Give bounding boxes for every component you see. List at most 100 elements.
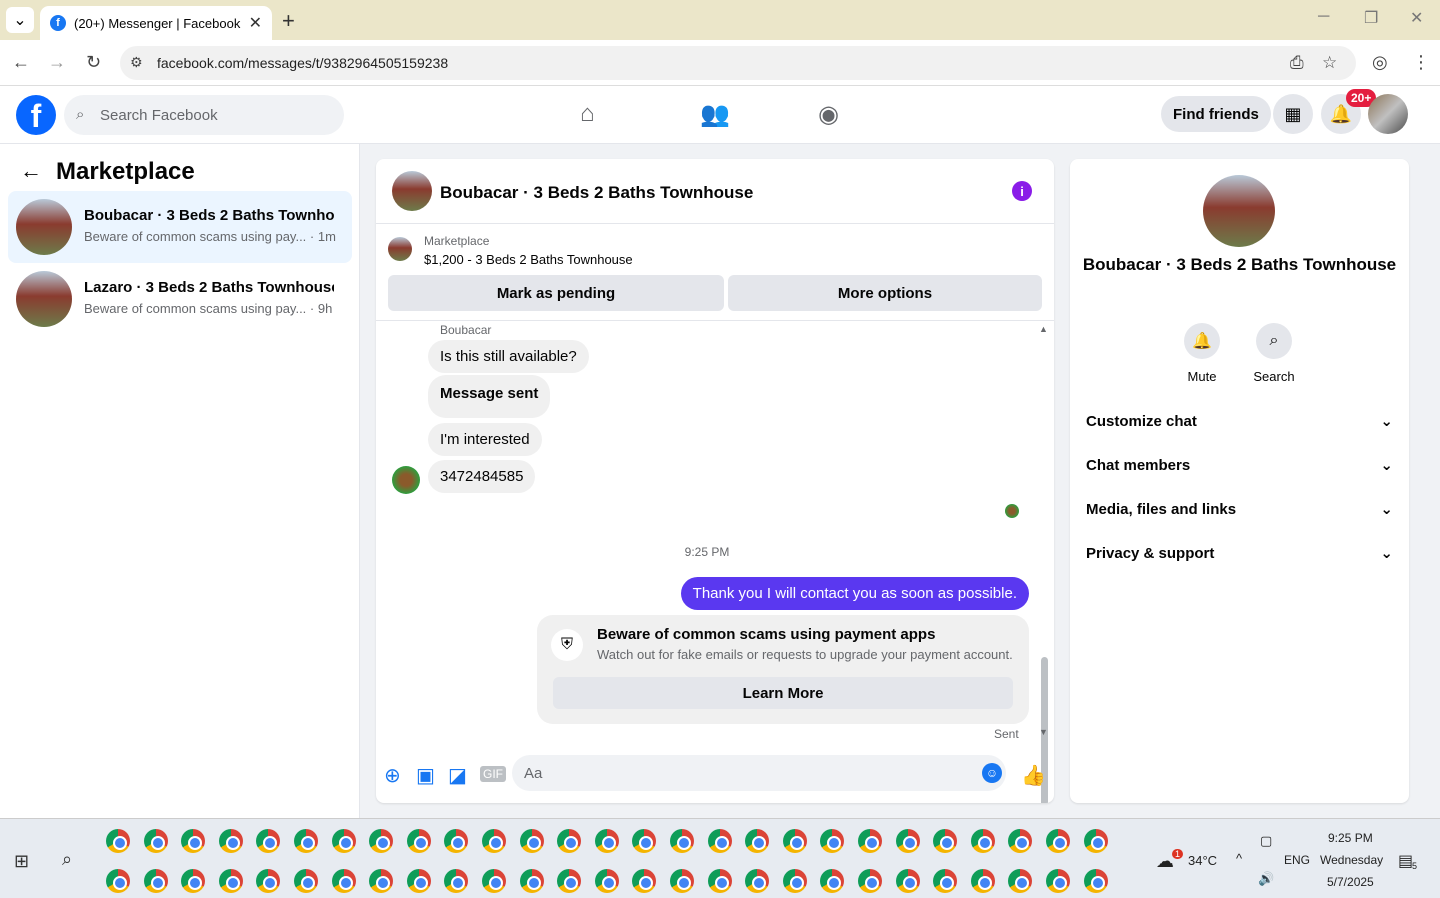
close-window-icon[interactable]: ✕ [1410, 8, 1423, 28]
meet-icon[interactable]: ▢ [1260, 833, 1272, 849]
sticker-icon[interactable]: ◪ [448, 763, 467, 788]
chevron-up-icon[interactable]: ^ [1236, 851, 1242, 866]
language-indicator[interactable]: ENG [1284, 853, 1310, 867]
bookmark-star-icon[interactable]: ☆ [1322, 53, 1337, 73]
emoji-icon[interactable]: ☺ [982, 763, 1002, 783]
facebook-logo-icon[interactable]: f [16, 95, 56, 135]
chrome-app-icon[interactable] [707, 869, 732, 893]
chrome-app-icon[interactable] [782, 829, 807, 853]
chat-members-section[interactable]: Chat members ⌄ [1086, 447, 1393, 483]
chrome-app-icon[interactable] [670, 869, 694, 893]
chrome-app-icon[interactable] [745, 829, 770, 853]
back-arrow-icon[interactable]: ← [20, 158, 42, 184]
chrome-app-icon[interactable] [331, 829, 356, 853]
chrome-app-icon[interactable] [106, 829, 130, 853]
chrome-app-icon[interactable] [143, 829, 168, 853]
chrome-app-icon[interactable] [294, 869, 318, 893]
chrome-app-icon[interactable] [444, 869, 469, 893]
address-bar[interactable]: ⚙ facebook.com/messages/t/93829645051592… [120, 46, 1356, 80]
install-app-icon[interactable]: ⎙ [1290, 53, 1304, 73]
search-icon[interactable]: ⌕ [62, 849, 72, 870]
chrome-app-icon[interactable] [519, 869, 544, 893]
mute-button[interactable]: 🔔 Mute [1172, 323, 1232, 384]
conversation-item[interactable]: Boubacar · 3 Beds 2 Baths Townho... Bewa… [8, 191, 352, 263]
friends-icon[interactable]: 👥 [700, 100, 730, 129]
listing-avatar[interactable] [1203, 175, 1275, 247]
menu-grid-icon[interactable]: ▦ [1273, 94, 1313, 134]
home-icon[interactable]: ⌂ [580, 100, 595, 128]
chrome-app-icon[interactable] [1083, 869, 1108, 893]
temperature[interactable]: 34°C [1188, 853, 1217, 868]
chat-avatar[interactable] [392, 171, 432, 211]
chrome-app-icon[interactable] [181, 829, 206, 853]
groups-icon[interactable]: ◉ [818, 100, 839, 129]
chrome-app-icon[interactable] [369, 829, 394, 853]
chrome-app-icon[interactable] [970, 869, 995, 893]
new-tab-icon[interactable]: + [282, 8, 295, 34]
learn-more-button[interactable]: Learn More [553, 677, 1013, 709]
plus-icon[interactable]: ⊕ [384, 763, 401, 788]
notification-center-icon[interactable]: ▤ [1398, 851, 1413, 871]
account-avatar[interactable] [1368, 94, 1408, 134]
conversation-item[interactable]: Lazaro · 3 Beds 2 Baths Townhouse Beware… [8, 263, 352, 335]
chrome-app-icon[interactable] [406, 829, 431, 853]
privacy-support-section[interactable]: Privacy & support ⌄ [1086, 535, 1393, 571]
chrome-app-icon[interactable] [933, 829, 958, 853]
chrome-app-icon[interactable] [1083, 829, 1108, 853]
chrome-app-icon[interactable] [745, 869, 770, 893]
chrome-app-icon[interactable] [1008, 829, 1033, 853]
chrome-app-icon[interactable] [482, 869, 506, 893]
back-arrow-icon[interactable]: ← [12, 52, 30, 73]
message-thread[interactable]: Boubacar Is this still available? Messag… [376, 322, 1054, 803]
more-options-button[interactable]: More options [728, 275, 1042, 311]
chrome-app-icon[interactable] [406, 869, 431, 893]
media-files-links-section[interactable]: Media, files and links ⌄ [1086, 491, 1393, 527]
chrome-app-icon[interactable] [106, 869, 130, 893]
chrome-app-icon[interactable] [632, 829, 657, 853]
forward-arrow-icon[interactable]: → [48, 52, 66, 73]
sender-avatar[interactable] [392, 466, 420, 494]
find-friends-button[interactable]: Find friends [1161, 96, 1271, 132]
like-thumb-icon[interactable]: 👍 [1021, 763, 1046, 788]
chrome-app-icon[interactable] [632, 869, 657, 893]
clock-time[interactable]: 9:25 PM [1328, 831, 1373, 845]
chrome-app-icon[interactable] [444, 829, 469, 853]
message-bubble[interactable]: 3472484585 [428, 460, 536, 493]
chrome-app-icon[interactable] [557, 869, 582, 893]
chrome-app-icon[interactable] [858, 869, 882, 893]
chrome-app-icon[interactable] [218, 829, 243, 853]
chrome-app-icon[interactable] [181, 869, 206, 893]
chrome-app-icon[interactable] [707, 829, 732, 853]
chrome-app-icon[interactable] [331, 869, 356, 893]
menu-dots-icon[interactable]: ⋮ [1412, 52, 1430, 73]
scroll-up-arrow-icon[interactable]: ▲ [1039, 324, 1048, 334]
tab-search-button[interactable]: ⌄ [6, 7, 34, 33]
chrome-app-icon[interactable] [1046, 869, 1070, 893]
info-icon[interactable]: i [1012, 181, 1032, 201]
windows-start-icon[interactable]: ⊞ [14, 851, 29, 872]
chrome-app-icon[interactable] [820, 869, 845, 893]
mark-pending-button[interactable]: Mark as pending [388, 275, 724, 311]
chrome-app-icon[interactable] [256, 869, 281, 893]
chrome-app-icon[interactable] [970, 829, 995, 853]
chrome-app-icon[interactable] [895, 869, 920, 893]
scroll-down-arrow-icon[interactable]: ▼ [1039, 727, 1048, 737]
chrome-app-icon[interactable] [782, 869, 807, 893]
chrome-app-icon[interactable] [369, 869, 394, 893]
chrome-app-icon[interactable] [594, 869, 619, 893]
chrome-app-icon[interactable] [933, 869, 958, 893]
chrome-app-icon[interactable] [895, 829, 920, 853]
maximize-icon[interactable]: ❐ [1364, 8, 1378, 28]
message-bubble[interactable]: I'm interested [428, 423, 542, 456]
gif-icon[interactable]: GIF [480, 766, 506, 782]
chrome-app-icon[interactable] [519, 829, 544, 853]
clock-day[interactable]: Wednesday [1320, 853, 1383, 867]
customize-chat-section[interactable]: Customize chat ⌄ [1086, 403, 1393, 439]
profile-icon[interactable]: ◎ [1372, 52, 1388, 73]
listing-thumbnail[interactable] [388, 237, 412, 261]
photo-icon[interactable]: ▣ [416, 763, 435, 788]
browser-tab[interactable]: f (20+) Messenger | Facebook ✕ [40, 6, 272, 40]
site-info-icon[interactable]: ⚙ [130, 54, 143, 71]
search-input[interactable]: ⌕ Search Facebook [64, 95, 344, 135]
clock-date[interactable]: 5/7/2025 [1327, 875, 1374, 889]
